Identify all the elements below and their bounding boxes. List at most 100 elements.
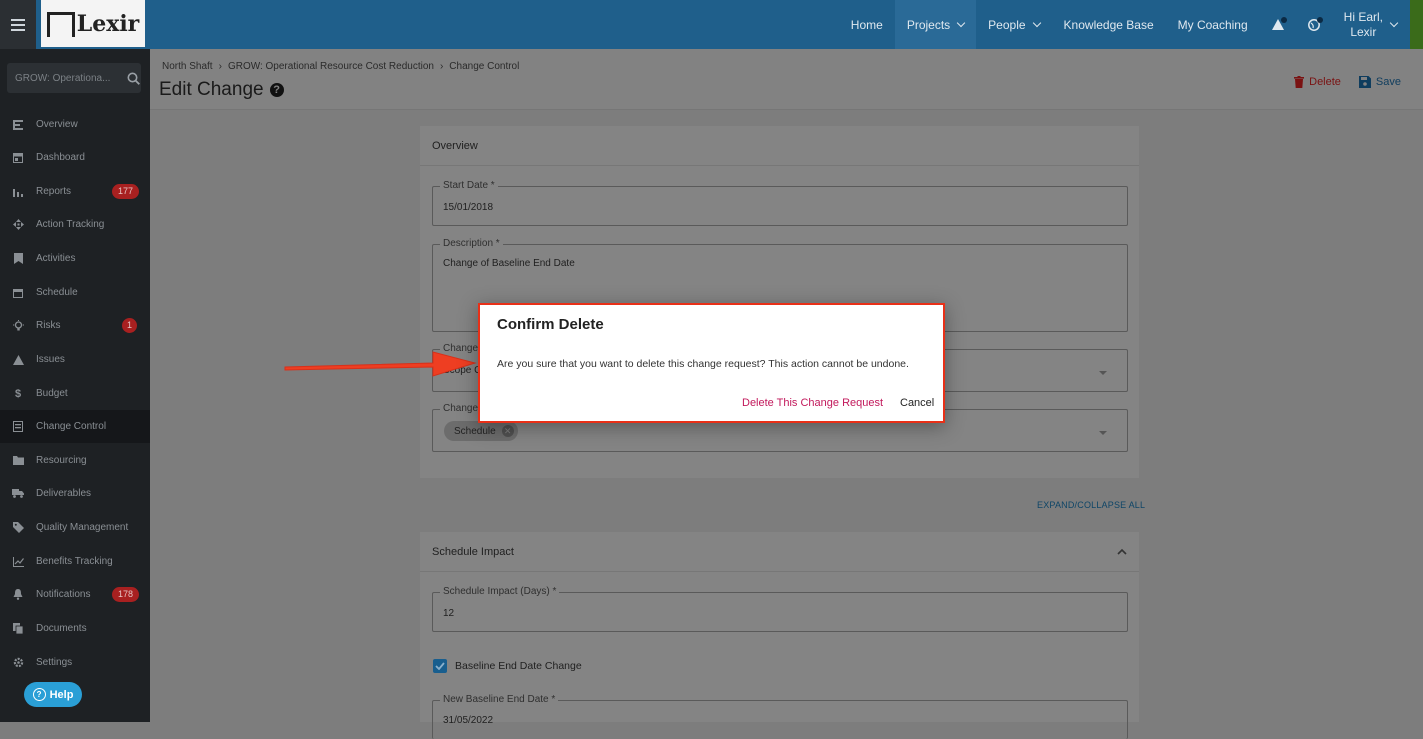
chevron-down-icon — [1032, 18, 1041, 28]
search-icon[interactable] — [127, 72, 140, 85]
nav-my-coaching[interactable]: My Coaching — [1166, 0, 1260, 49]
save-button[interactable]: Save — [1358, 76, 1401, 88]
overview-card-title: Overview — [420, 126, 1139, 166]
breadcrumb-project[interactable]: GROW: Operational Resource Cost Reductio… — [228, 61, 434, 72]
schedule-impact-header[interactable]: Schedule Impact — [420, 532, 1139, 572]
sidebar-item-quality-management[interactable]: Quality Management — [0, 511, 150, 544]
schedule-chip: Schedule ✕ — [444, 421, 518, 441]
tag-icon — [12, 522, 24, 534]
sidebar-item-benefits-tracking[interactable]: Benefits Tracking — [0, 545, 150, 578]
checkmark-icon — [435, 662, 445, 670]
change-icon — [12, 421, 24, 433]
baseline-end-date-checkbox[interactable] — [433, 659, 447, 673]
list-icon — [12, 119, 24, 131]
building-icon — [46, 12, 75, 37]
sidebar-item-action-tracking[interactable]: Action Tracking — [0, 208, 150, 241]
new-baseline-end-date-field[interactable]: New Baseline End Date * 31/05/2022 — [432, 694, 1128, 739]
expand-collapse-all-link[interactable]: EXPAND/COLLAPSE ALL — [1037, 500, 1145, 510]
dialog-message: Are you sure that you want to delete thi… — [497, 358, 909, 370]
globe-icon — [1307, 16, 1323, 31]
question-circle-icon: ? — [32, 688, 46, 701]
nav-projects[interactable]: Projects — [894, 0, 977, 49]
alerts-button[interactable] — [1260, 0, 1296, 49]
globe-button[interactable] — [1296, 0, 1332, 49]
overview-card: Overview Start Date * 15/01/2018 Descrip… — [420, 126, 1139, 478]
calendar-icon — [12, 287, 24, 299]
reports-count-badge: 177 — [112, 184, 140, 199]
app-logo[interactable]: Lexir — [41, 0, 145, 47]
page-header: North Shaft › GROW: Operational Resource C… — [150, 49, 1423, 110]
floppy-disk-icon — [1358, 76, 1371, 88]
sidebar-item-settings[interactable]: Settings — [0, 646, 150, 679]
sidebar-item-activities[interactable]: Activities — [0, 242, 150, 275]
chip-remove-icon[interactable]: ✕ — [501, 425, 514, 437]
documents-icon — [12, 623, 24, 635]
breadcrumb: North Shaft › GROW: Operational Resource C… — [162, 61, 519, 72]
hamburger-menu-button[interactable] — [0, 0, 36, 49]
chevron-down-icon — [956, 18, 966, 28]
sidebar-item-dashboard[interactable]: Dashboard — [0, 141, 150, 174]
baseline-end-date-label: Baseline End Date Change — [455, 660, 582, 672]
chevron-up-icon[interactable] — [1117, 548, 1127, 555]
status-strip — [1410, 0, 1423, 49]
move-icon — [12, 219, 24, 231]
annotation-arrow — [284, 351, 477, 377]
bookmark-icon — [12, 253, 24, 265]
sidebar: GROW: Operationa... Overview Dashboard R… — [0, 49, 150, 722]
warning-icon — [12, 354, 24, 366]
nav-home[interactable]: Home — [839, 0, 895, 49]
project-search-input[interactable]: GROW: Operationa... — [7, 63, 141, 93]
header-actions: Delete Save — [1294, 76, 1401, 88]
dropdown-arrow-icon — [1099, 430, 1107, 435]
bell-icon — [12, 589, 24, 601]
sidebar-item-resourcing[interactable]: Resourcing — [0, 444, 150, 477]
nav-people[interactable]: People — [976, 0, 1051, 49]
warning-icon — [1271, 17, 1287, 30]
nav-knowledge-base[interactable]: Knowledge Base — [1052, 0, 1166, 49]
start-date-field[interactable]: Start Date * 15/01/2018 — [432, 180, 1128, 226]
truck-icon — [12, 488, 24, 500]
user-org: Lexir — [1350, 24, 1377, 39]
breadcrumb-change-control[interactable]: Change Control — [449, 61, 519, 72]
hamburger-icon — [11, 18, 25, 31]
notifications-count-badge: 178 — [112, 587, 140, 602]
dollar-icon: $ — [14, 387, 22, 400]
sidebar-item-schedule[interactable]: Schedule — [0, 276, 150, 309]
sidebar-item-notifications[interactable]: Notifications 178 — [0, 578, 150, 611]
sidebar-item-reports[interactable]: Reports 177 — [0, 175, 150, 208]
dropdown-arrow-icon — [1099, 370, 1107, 375]
breadcrumb-separator: › — [218, 61, 222, 72]
sidebar-item-deliverables[interactable]: Deliverables — [0, 477, 150, 510]
dialog-title: Confirm Delete — [497, 316, 604, 333]
breadcrumb-north-shaft[interactable]: North Shaft — [162, 61, 213, 72]
confirm-delete-dialog: Confirm Delete Are you sure that you wan… — [478, 303, 945, 423]
sidebar-item-documents[interactable]: Documents — [0, 612, 150, 645]
help-question-icon[interactable]: ? — [269, 83, 284, 97]
page-title: Edit Change? — [159, 79, 284, 101]
cancel-button[interactable]: Cancel — [900, 397, 934, 409]
top-nav: Home Projects People Knowledge Base My C… — [839, 0, 1409, 49]
chevron-down-icon — [1389, 18, 1399, 28]
schedule-impact-days-field[interactable]: Schedule Impact (Days) * 12 — [432, 586, 1128, 632]
risks-count-badge: 1 — [122, 318, 138, 333]
delete-change-request-button[interactable]: Delete This Change Request — [742, 397, 883, 409]
user-greeting: Hi Earl, — [1343, 9, 1383, 24]
sidebar-item-change-control[interactable]: Change Control — [0, 410, 150, 443]
delete-button[interactable]: Delete — [1294, 76, 1341, 88]
top-bar: Lexir Home Projects People Knowledge Bas… — [0, 0, 1423, 49]
dashboard-icon — [12, 152, 24, 164]
sidebar-item-budget[interactable]: $ Budget — [0, 377, 150, 410]
schedule-impact-card: Schedule Impact Schedule Impact (Days) *… — [420, 532, 1139, 739]
trash-icon — [1294, 76, 1305, 88]
line-chart-icon — [12, 556, 24, 568]
sidebar-item-overview[interactable]: Overview — [0, 108, 150, 141]
breadcrumb-separator: › — [439, 61, 444, 72]
bar-chart-icon — [12, 186, 24, 198]
user-menu[interactable]: Hi Earl, Lexir — [1332, 0, 1409, 49]
sidebar-item-issues[interactable]: Issues — [0, 343, 150, 376]
folder-icon — [12, 455, 24, 467]
gear-icon — [12, 657, 24, 669]
lightbulb-icon — [12, 320, 24, 332]
help-button[interactable]: ? Help — [24, 682, 82, 707]
sidebar-item-risks[interactable]: Risks 1 — [0, 309, 150, 342]
